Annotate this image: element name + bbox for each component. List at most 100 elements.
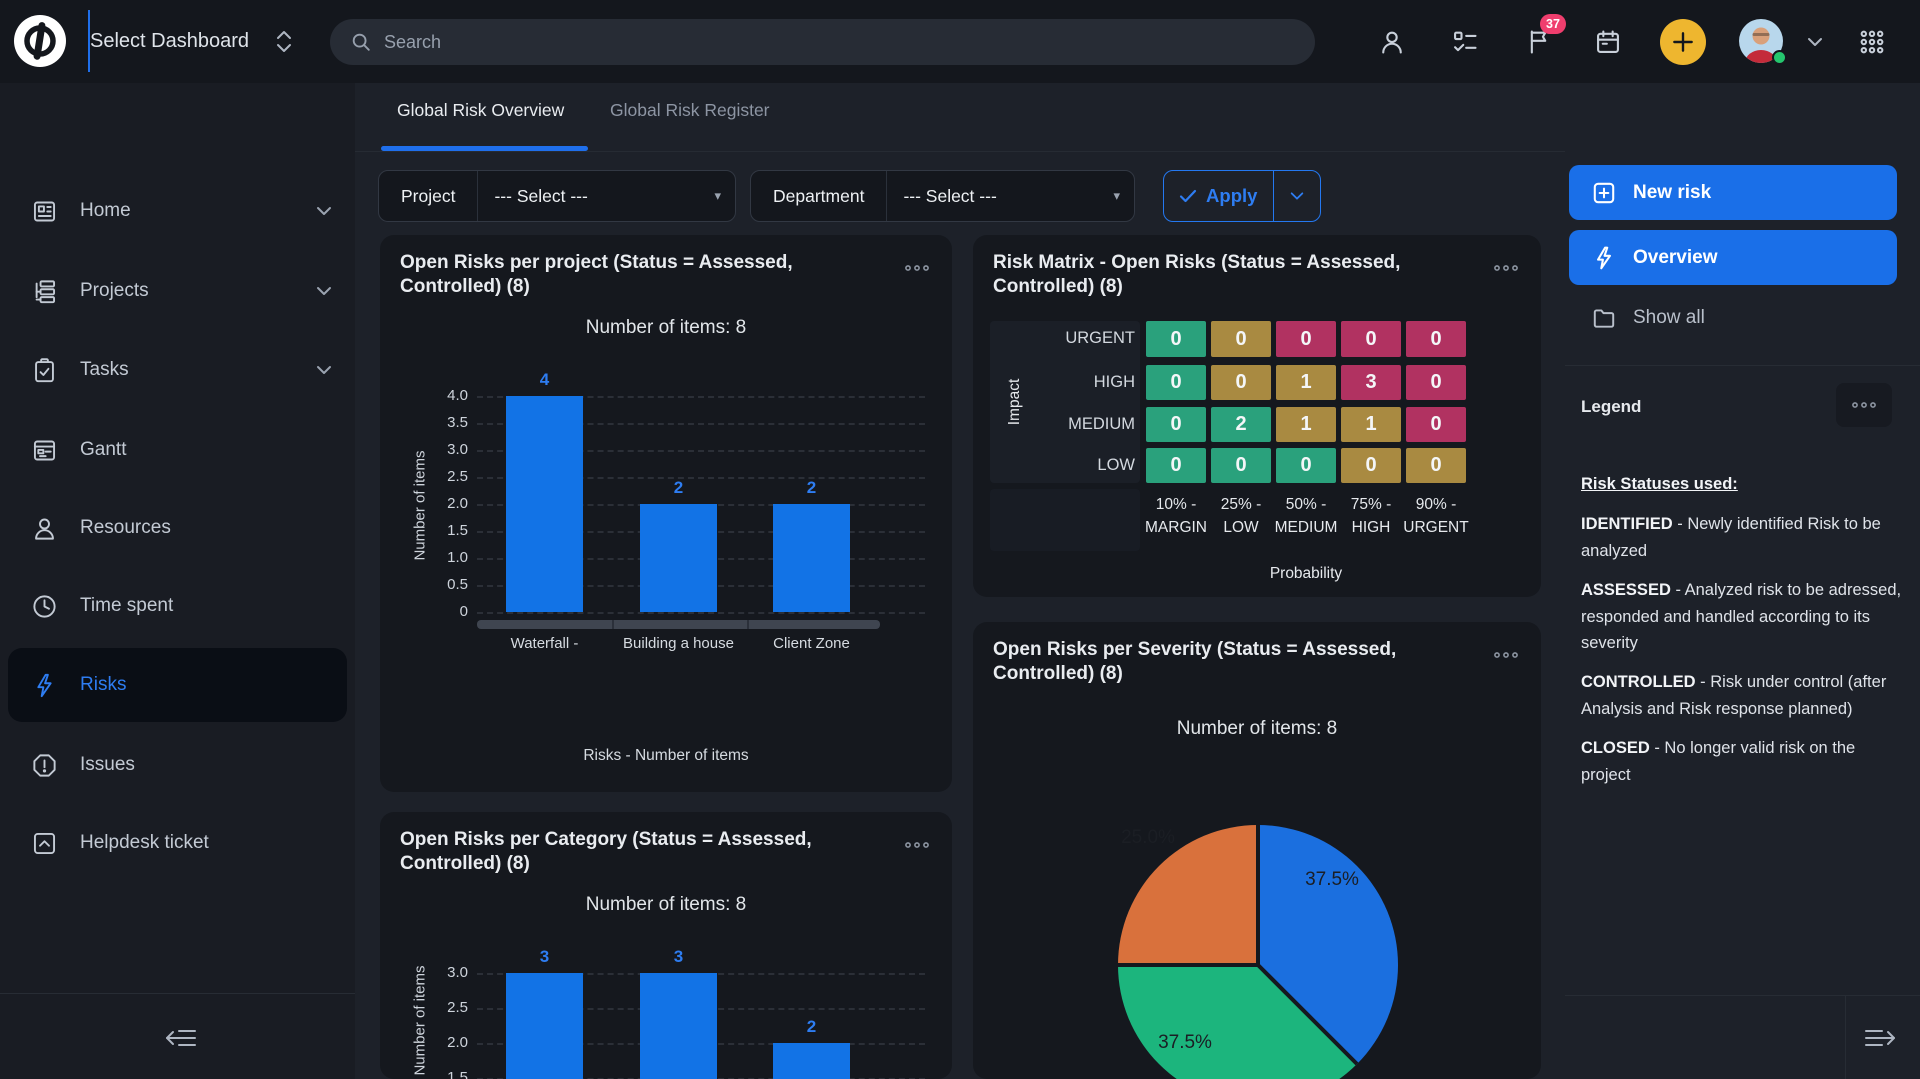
app-logo-icon[interactable] bbox=[14, 15, 66, 67]
panel-menu-kebab-icon[interactable] bbox=[1493, 650, 1519, 660]
sidebar-item-resources[interactable]: Resources bbox=[8, 500, 347, 556]
gantt-icon bbox=[30, 436, 58, 464]
expand-panel-icon[interactable] bbox=[1857, 1019, 1905, 1057]
tasks-icon bbox=[30, 356, 58, 384]
sidebar-item-issues[interactable]: Issues bbox=[8, 737, 347, 793]
tab-global-risk-overview[interactable]: Global Risk Overview bbox=[397, 100, 564, 121]
department-filter[interactable]: Department --- Select --- ▾ bbox=[750, 170, 1135, 222]
matrix-row-label: URGENT bbox=[1025, 329, 1135, 348]
avatar-chevron-down-icon[interactable] bbox=[1793, 0, 1837, 83]
user-icon[interactable] bbox=[1368, 0, 1416, 83]
sidebar-item-home[interactable]: Home bbox=[8, 183, 347, 239]
pie-slice-label: 25.0% bbox=[1121, 827, 1175, 849]
y-tick-label: 3.0 bbox=[428, 964, 468, 981]
new-risk-label: New risk bbox=[1633, 182, 1711, 204]
pie-slice-label: 37.5% bbox=[1305, 869, 1359, 891]
sidebar-item-tasks[interactable]: Tasks bbox=[8, 342, 347, 398]
project-filter[interactable]: Project --- Select --- ▾ bbox=[378, 170, 736, 222]
sidebar-item-label: Risks bbox=[80, 674, 126, 696]
bar-value-label: 4 bbox=[506, 370, 583, 390]
y-tick-label: 2.5 bbox=[428, 999, 468, 1016]
matrix-cell: 0 bbox=[1276, 448, 1336, 483]
apply-filter-button[interactable]: Apply bbox=[1163, 170, 1321, 222]
y-tick-label: 0.5 bbox=[428, 576, 468, 593]
matrix-cell: 0 bbox=[1406, 407, 1466, 442]
apply-dropdown-chevron-icon[interactable] bbox=[1274, 171, 1320, 221]
matrix-cell: 2 bbox=[1211, 407, 1271, 442]
matrix-row-label: HIGH bbox=[1025, 373, 1135, 392]
panel-menu-kebab-icon[interactable] bbox=[904, 263, 930, 273]
y-tick-label: 1.5 bbox=[428, 1069, 468, 1079]
tab-global-risk-register[interactable]: Global Risk Register bbox=[610, 100, 770, 121]
matrix-row-label: LOW bbox=[1025, 456, 1135, 475]
show-all-button[interactable]: Show all bbox=[1591, 305, 1705, 331]
x-category-label: Waterfall - bbox=[511, 635, 579, 652]
sidebar-item-projects[interactable]: Projects bbox=[8, 263, 347, 319]
matrix-col-header: 90% -URGENT bbox=[1391, 493, 1481, 540]
overview-button[interactable]: Overview bbox=[1569, 230, 1897, 285]
search-bar[interactable] bbox=[330, 19, 1315, 65]
matrix-cell: 0 bbox=[1341, 448, 1401, 483]
plus-square-icon bbox=[1591, 180, 1617, 206]
y-tick-label: 2.0 bbox=[428, 495, 468, 512]
collapse-sidebar-icon[interactable] bbox=[156, 1019, 204, 1057]
chevron-down-icon bbox=[315, 365, 333, 375]
chevron-updown-icon bbox=[275, 30, 293, 53]
y-tick-label: 3.5 bbox=[428, 414, 468, 431]
y-tick-label: 2.5 bbox=[428, 468, 468, 485]
checklist-icon[interactable] bbox=[1441, 0, 1489, 83]
y-tick-label: 0 bbox=[428, 603, 468, 620]
matrix-cell: 0 bbox=[1406, 365, 1466, 400]
right-panel-vertical-divider bbox=[1845, 995, 1846, 1079]
sidebar-item-label: Time spent bbox=[80, 595, 173, 617]
matrix-row-label: MEDIUM bbox=[1025, 415, 1135, 434]
bar bbox=[640, 973, 717, 1079]
sidebar-item-gantt[interactable]: Gantt bbox=[8, 422, 347, 478]
sidebar-item-risks[interactable]: Risks bbox=[8, 648, 347, 722]
chevron-down-icon bbox=[315, 286, 333, 296]
matrix-cell: 0 bbox=[1146, 365, 1206, 400]
legend-content: Risk Statuses used: IDENTIFIED - Newly i… bbox=[1581, 471, 1903, 801]
matrix-cell: 3 bbox=[1341, 365, 1401, 400]
sidebar-item-label: Projects bbox=[80, 280, 149, 302]
time-icon bbox=[30, 592, 58, 620]
matrix-cell: 0 bbox=[1146, 321, 1206, 357]
x-axis-scrollbar[interactable] bbox=[477, 620, 880, 629]
legend-menu-kebab-icon[interactable] bbox=[1836, 383, 1892, 427]
calendar-icon[interactable] bbox=[1584, 0, 1632, 83]
matrix-cell: 0 bbox=[1146, 448, 1206, 483]
panel-open-risks-per-severity: Open Risks per Severity (Status = Assess… bbox=[973, 622, 1541, 1079]
search-input[interactable] bbox=[384, 32, 1295, 53]
bar bbox=[506, 396, 583, 612]
matrix-cell: 0 bbox=[1406, 448, 1466, 483]
pie-slice-separator bbox=[1256, 825, 1260, 965]
create-new-button[interactable] bbox=[1660, 19, 1706, 65]
right-panel-divider bbox=[1565, 995, 1920, 996]
legend-title: Legend bbox=[1581, 397, 1641, 417]
caret-down-icon: ▾ bbox=[1113, 188, 1134, 204]
user-avatar[interactable] bbox=[1739, 19, 1783, 63]
sidebar-item-helpdesk-ticket[interactable]: Helpdesk ticket bbox=[8, 815, 347, 871]
panel-menu-kebab-icon[interactable] bbox=[1493, 263, 1519, 273]
legend-status-item: ASSESSED - Analyzed risk to be adressed,… bbox=[1581, 577, 1903, 656]
legend-status-item: CLOSED - No longer valid risk on the pro… bbox=[1581, 735, 1903, 788]
legend-status-item: IDENTIFIED - Newly identified Risk to be… bbox=[1581, 511, 1903, 564]
panel-menu-kebab-icon[interactable] bbox=[904, 840, 930, 850]
matrix-cell: 0 bbox=[1211, 365, 1271, 400]
matrix-cell: 1 bbox=[1276, 365, 1336, 400]
projects-icon bbox=[30, 277, 58, 305]
apps-grid-icon[interactable] bbox=[1848, 0, 1896, 83]
dashboard-selector-label: Select Dashboard bbox=[90, 30, 249, 53]
chart-caption: Risks - Number of items bbox=[380, 747, 952, 765]
new-risk-button[interactable]: New risk bbox=[1569, 165, 1897, 220]
lightning-icon bbox=[1591, 245, 1617, 271]
online-status-dot bbox=[1772, 50, 1787, 65]
chevron-down-icon bbox=[315, 206, 333, 216]
y-tick-label: 1.0 bbox=[428, 549, 468, 566]
flag-icon[interactable]: 37 bbox=[1516, 0, 1564, 83]
dashboard-selector[interactable]: Select Dashboard bbox=[90, 0, 293, 83]
sidebar-item-label: Issues bbox=[80, 754, 135, 776]
bar-value-label: 3 bbox=[506, 947, 583, 967]
sidebar-item-time-spent[interactable]: Time spent bbox=[8, 578, 347, 634]
matrix-cell: 0 bbox=[1146, 407, 1206, 442]
